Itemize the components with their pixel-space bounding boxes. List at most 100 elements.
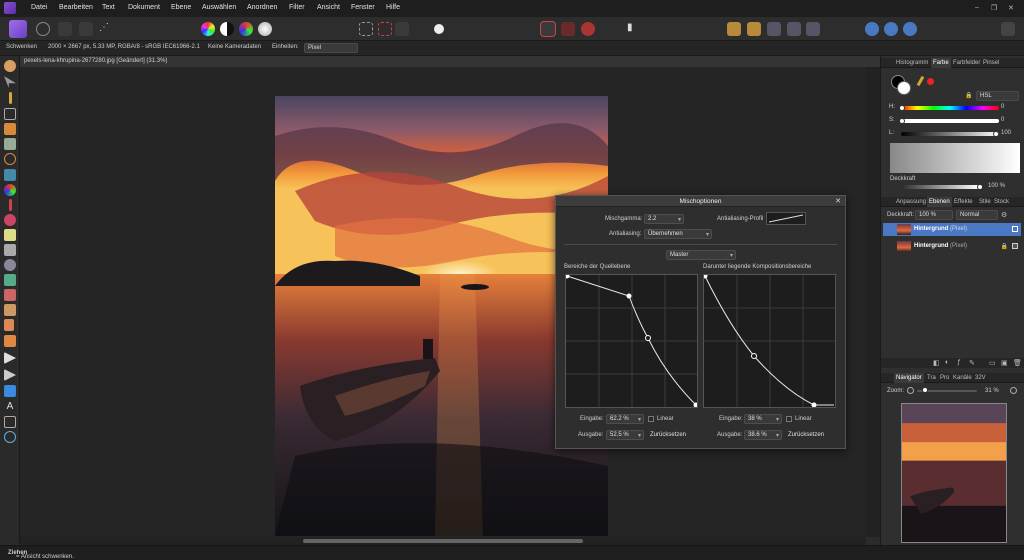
flip-icon[interactable] xyxy=(787,22,801,36)
selection-mode-icon[interactable] xyxy=(434,24,444,34)
color-preview[interactable] xyxy=(890,143,1020,173)
force-pixel-icon[interactable] xyxy=(581,22,595,36)
tab-navigator[interactable]: Navigator xyxy=(894,373,924,383)
align-icon[interactable] xyxy=(767,22,781,36)
menu-hilfe[interactable]: Hilfe xyxy=(386,4,400,11)
gradient-tool-icon[interactable] xyxy=(4,184,16,196)
healing-tool-icon[interactable] xyxy=(4,289,16,301)
layer-visibility-checkbox[interactable] xyxy=(1012,226,1018,232)
tab-histogramm[interactable]: Histogramm xyxy=(894,60,930,66)
blend-gamma-dropdown[interactable]: 2.2 xyxy=(644,214,684,224)
dialog-titlebar[interactable]: Mischoptionen ✕ xyxy=(556,196,845,207)
saturation-value[interactable]: 0 xyxy=(1001,117,1004,123)
close-icon[interactable]: ✕ xyxy=(1008,4,1014,12)
color-picker-icon[interactable] xyxy=(9,92,12,104)
auto-white-balance-icon[interactable] xyxy=(258,22,272,36)
color-model-dropdown[interactable]: HSL xyxy=(976,91,1019,101)
tab-farbfelder[interactable]: Farbfelder xyxy=(951,60,982,66)
photo-persona-icon[interactable] xyxy=(9,20,27,38)
assistant-icon[interactable]: ▮ xyxy=(627,22,641,36)
source-input-field[interactable]: 62.2 % xyxy=(606,414,644,424)
selection-brush-icon[interactable] xyxy=(4,123,16,135)
source-output-field[interactable]: 52.5 % xyxy=(606,430,644,440)
source-linear-checkbox[interactable] xyxy=(648,416,654,422)
hand-tool-icon[interactable] xyxy=(4,60,16,72)
tab-stile[interactable]: Stile xyxy=(977,199,993,205)
opacity-slider[interactable] xyxy=(903,185,979,189)
color-replace-icon[interactable] xyxy=(4,214,16,226)
user-account-icon[interactable] xyxy=(1001,22,1015,36)
flood-fill-icon[interactable] xyxy=(4,169,16,181)
dest-input-field[interactable]: 38 % xyxy=(744,414,782,424)
auto-contrast-icon[interactable] xyxy=(220,22,234,36)
red-eye-tool-icon[interactable] xyxy=(4,304,16,316)
quick-mask-icon[interactable] xyxy=(865,22,879,36)
menu-ansicht[interactable]: Ansicht xyxy=(317,4,340,11)
menu-dokument[interactable]: Dokument xyxy=(128,4,160,11)
zoom-tool-icon[interactable] xyxy=(4,431,16,443)
menu-text[interactable]: Text xyxy=(102,4,115,11)
tab-anpassung[interactable]: Anpassung xyxy=(894,199,928,205)
document-tab[interactable]: pexels-lena-khrupina-2677280.jpg [Geände… xyxy=(20,56,880,67)
tab-farbe[interactable]: Farbe xyxy=(931,58,951,68)
source-range-graph[interactable] xyxy=(564,273,699,408)
horizontal-scrollbar[interactable] xyxy=(20,537,866,545)
folder-icon[interactable]: ▭ xyxy=(989,359,996,367)
mesh-warp-icon[interactable] xyxy=(4,416,16,428)
tab-ebenen[interactable]: Ebenen xyxy=(927,197,952,207)
dodge-tool-icon[interactable] xyxy=(4,244,16,256)
primary-color-swatch[interactable] xyxy=(897,81,911,95)
layer-lock-icon[interactable]: 🔒 xyxy=(1001,243,1008,250)
pen-tool-icon[interactable] xyxy=(4,352,16,364)
maximize-icon[interactable]: ❐ xyxy=(991,4,997,12)
saturation-knob[interactable] xyxy=(899,118,905,124)
help-icon[interactable] xyxy=(903,22,917,36)
share-icon[interactable]: ⋰ xyxy=(99,22,113,36)
menu-ebene[interactable]: Ebene xyxy=(171,4,191,11)
layer-visibility-checkbox[interactable] xyxy=(1012,243,1018,249)
lightness-slider[interactable] xyxy=(901,132,999,136)
dialog-close-icon[interactable]: ✕ xyxy=(835,197,841,205)
zoom-value[interactable]: 31 % xyxy=(985,388,999,394)
tab-transform[interactable]: Tra xyxy=(925,375,938,381)
auto-colors-icon[interactable] xyxy=(239,22,253,36)
rectangle-tool-icon[interactable] xyxy=(4,385,16,397)
develop-persona-icon[interactable] xyxy=(58,22,72,36)
tab-kanaele[interactable]: Kanäle xyxy=(951,375,974,381)
opacity-knob[interactable] xyxy=(977,184,983,190)
trash-icon[interactable]: 🗑 xyxy=(1013,359,1022,367)
dest-output-field[interactable]: 38.6 % xyxy=(744,430,782,440)
antialias-profile-curve[interactable] xyxy=(766,212,806,225)
eyedropper-icon[interactable] xyxy=(916,75,925,87)
refine-icon[interactable] xyxy=(884,22,898,36)
text-tool-icon[interactable]: A xyxy=(4,401,16,413)
navigator-preview[interactable] xyxy=(901,403,1007,543)
patch-tool-icon[interactable] xyxy=(4,319,14,331)
lock-icon[interactable]: 🔒 xyxy=(965,92,972,99)
move-tool-icon[interactable] xyxy=(4,76,16,88)
auto-levels-icon[interactable] xyxy=(201,22,215,36)
hue-slider[interactable] xyxy=(901,106,999,110)
arrange-forward-icon[interactable] xyxy=(747,22,761,36)
minimize-icon[interactable]: – xyxy=(975,4,979,11)
layer-settings-icon[interactable]: ⚙ xyxy=(1001,211,1007,219)
tab-32v[interactable]: 32V xyxy=(973,375,988,381)
deselect-icon[interactable] xyxy=(378,22,392,36)
liquify-persona-icon[interactable] xyxy=(36,22,50,36)
no-color-icon[interactable] xyxy=(927,78,934,85)
arrange-back-icon[interactable] xyxy=(727,22,741,36)
antialias-dropdown[interactable]: Übernehmen xyxy=(644,229,712,239)
magic-wand-icon[interactable] xyxy=(4,138,16,150)
layer-row-selected[interactable]: Hintergrund (Pixel) xyxy=(883,223,1021,236)
select-all-icon[interactable] xyxy=(359,22,373,36)
marquee-tool-icon[interactable] xyxy=(4,153,16,165)
lightness-knob[interactable] xyxy=(993,131,999,137)
menu-fenster[interactable]: Fenster xyxy=(351,4,375,11)
dest-linear-checkbox[interactable] xyxy=(786,416,792,422)
dest-reset-button[interactable]: Zurücksetzen xyxy=(788,432,824,438)
zoom-knob[interactable] xyxy=(922,387,928,393)
blur-tool-icon[interactable] xyxy=(4,259,16,271)
inpainting-tool-icon[interactable] xyxy=(4,335,16,347)
tab-pinsel[interactable]: Pinsel xyxy=(981,60,1001,66)
menu-anordnen[interactable]: Anordnen xyxy=(247,4,277,11)
